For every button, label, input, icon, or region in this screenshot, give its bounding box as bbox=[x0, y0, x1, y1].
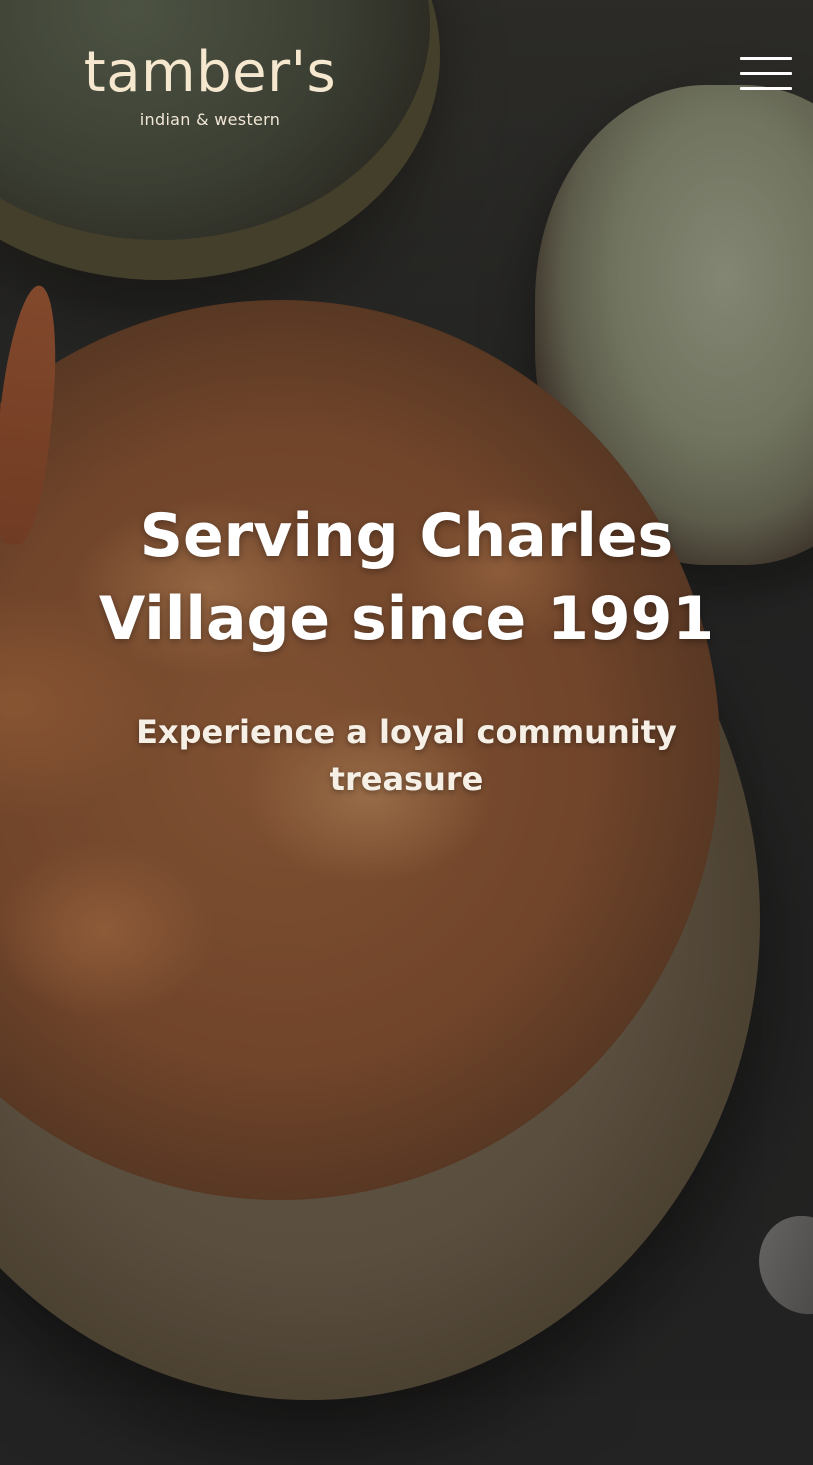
menu-bar-top bbox=[740, 57, 792, 60]
menu-bar-middle bbox=[740, 72, 792, 75]
home-page: tamber's indian & western Serving Charle… bbox=[0, 0, 813, 1465]
logo-name: tamber's bbox=[83, 40, 337, 105]
site-logo[interactable]: tamber's indian & western bbox=[70, 38, 350, 130]
hero-title: Serving Charles Village since 1991 bbox=[98, 501, 715, 654]
site-header: tamber's indian & western bbox=[0, 0, 813, 150]
hero-section: Serving Charles Village since 1991 Exper… bbox=[60, 495, 753, 803]
hero-subtitle: Experience a loyal community treasure bbox=[136, 713, 677, 798]
logo-tagline: indian & western bbox=[139, 110, 281, 129]
hamburger-menu-icon[interactable] bbox=[740, 57, 792, 93]
menu-bar-bottom bbox=[740, 87, 792, 90]
